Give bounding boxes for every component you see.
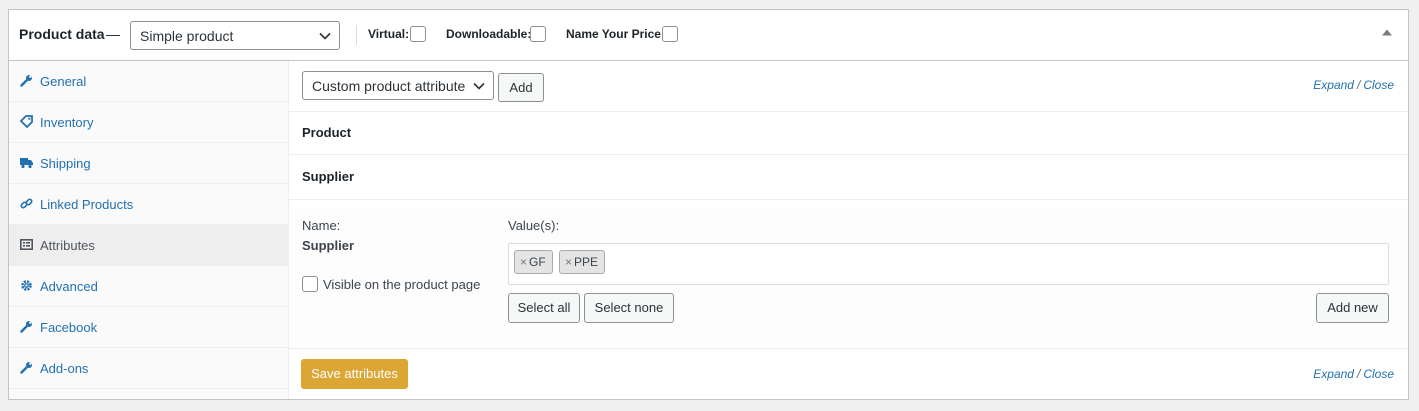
select-none-button[interactable]: Select none: [584, 293, 674, 323]
name-your-price-checkbox[interactable]: [662, 26, 678, 42]
panel-title: Product data: [19, 26, 105, 42]
name-label: Name:: [302, 218, 341, 233]
downloadable-label: Downloadable:: [446, 27, 532, 41]
collapse-arrow-icon[interactable]: [1382, 29, 1392, 36]
truck-icon: [20, 158, 33, 169]
tab-general[interactable]: General: [9, 61, 289, 102]
attribute-row-product[interactable]: Product: [302, 125, 351, 140]
divider: [289, 111, 1408, 112]
product-type-value: Simple product: [140, 28, 234, 44]
add-attribute-button[interactable]: Add: [498, 73, 544, 102]
link-separator: /: [1356, 78, 1361, 92]
wrench-icon: [20, 321, 32, 333]
tab-label: Shipping: [40, 156, 91, 171]
remove-tag-icon[interactable]: ×: [565, 255, 572, 269]
downloadable-checkbox[interactable]: [530, 26, 546, 42]
tab-facebook[interactable]: Facebook: [9, 307, 289, 348]
product-data-tabs: General Inventory Shipping Linked Produc…: [9, 61, 289, 399]
attribute-row-supplier[interactable]: Supplier: [302, 169, 354, 184]
tab-attributes[interactable]: Attributes: [9, 225, 289, 266]
tag-label: PPE: [574, 255, 599, 269]
product-type-select[interactable]: Simple product: [130, 21, 340, 50]
gear-icon: [21, 280, 32, 291]
tab-inventory[interactable]: Inventory: [9, 102, 289, 143]
list-icon: [20, 238, 33, 250]
attributes-panel: Custom product attribute Add Expand / Clos…: [289, 61, 1408, 399]
attribute-name-value: Supplier: [302, 238, 355, 253]
attribute-type-value: Custom product attribute: [312, 78, 466, 94]
divider: [289, 154, 1408, 155]
wrench-icon: [20, 75, 32, 87]
wrench-icon: [20, 362, 32, 374]
tag-label: GF: [529, 255, 546, 269]
tab-label: Attributes: [40, 238, 95, 253]
tab-label: Linked Products: [40, 197, 134, 212]
tab-advanced[interactable]: Advanced: [9, 266, 289, 307]
chevron-down-icon: [319, 32, 331, 40]
tab-add-ons[interactable]: Add-ons: [9, 348, 289, 389]
name-your-price-label: Name Your Price:: [566, 27, 665, 41]
product-data-header: Product data — Simple product Virtual: D…: [9, 10, 1408, 61]
chevron-down-icon: [473, 82, 485, 90]
attribute-detail: Name: Supplier Visible on the product pa…: [289, 209, 1408, 348]
tab-shipping[interactable]: Shipping: [9, 143, 289, 184]
value-tag-ppe: × PPE: [559, 250, 606, 274]
divider: [289, 199, 1408, 200]
expand-close-links-top: Expand / Close: [1313, 78, 1394, 92]
tab-label: Inventory: [40, 115, 94, 130]
product-data-panel: Product data — Simple product Virtual: D…: [8, 9, 1409, 400]
virtual-checkbox[interactable]: [410, 26, 426, 42]
virtual-label: Virtual:: [368, 27, 410, 41]
tag-icon: [20, 115, 33, 128]
link-separator: /: [1356, 367, 1361, 381]
tab-label: Advanced: [40, 279, 98, 294]
tab-label: Facebook: [40, 320, 98, 335]
link-icon: [20, 198, 33, 209]
expand-link[interactable]: Expand: [1313, 367, 1354, 381]
remove-tag-icon[interactable]: ×: [520, 255, 527, 269]
divider: [289, 348, 1408, 349]
values-tag-input[interactable]: × GF × PPE: [508, 243, 1389, 285]
save-attributes-button[interactable]: Save attributes: [301, 359, 408, 389]
tab-linked-products[interactable]: Linked Products: [9, 184, 289, 225]
expand-link[interactable]: Expand: [1313, 78, 1354, 92]
expand-close-links-bottom: Expand / Close: [1313, 367, 1394, 381]
close-link[interactable]: Close: [1363, 78, 1394, 92]
tab-label: Add-ons: [40, 361, 89, 376]
add-new-value-button[interactable]: Add new: [1316, 293, 1389, 323]
tab-label: General: [40, 74, 87, 89]
values-label: Value(s):: [508, 218, 560, 233]
visible-on-product-page-label: Visible on the product page: [323, 277, 481, 292]
select-all-button[interactable]: Select all: [508, 293, 580, 323]
title-dash: —: [106, 26, 120, 42]
attribute-type-select[interactable]: Custom product attribute: [302, 71, 494, 100]
close-link[interactable]: Close: [1363, 367, 1394, 381]
visible-on-product-page-checkbox[interactable]: [302, 276, 318, 292]
value-tag-gf: × GF: [514, 250, 553, 274]
header-divider: [356, 25, 357, 45]
